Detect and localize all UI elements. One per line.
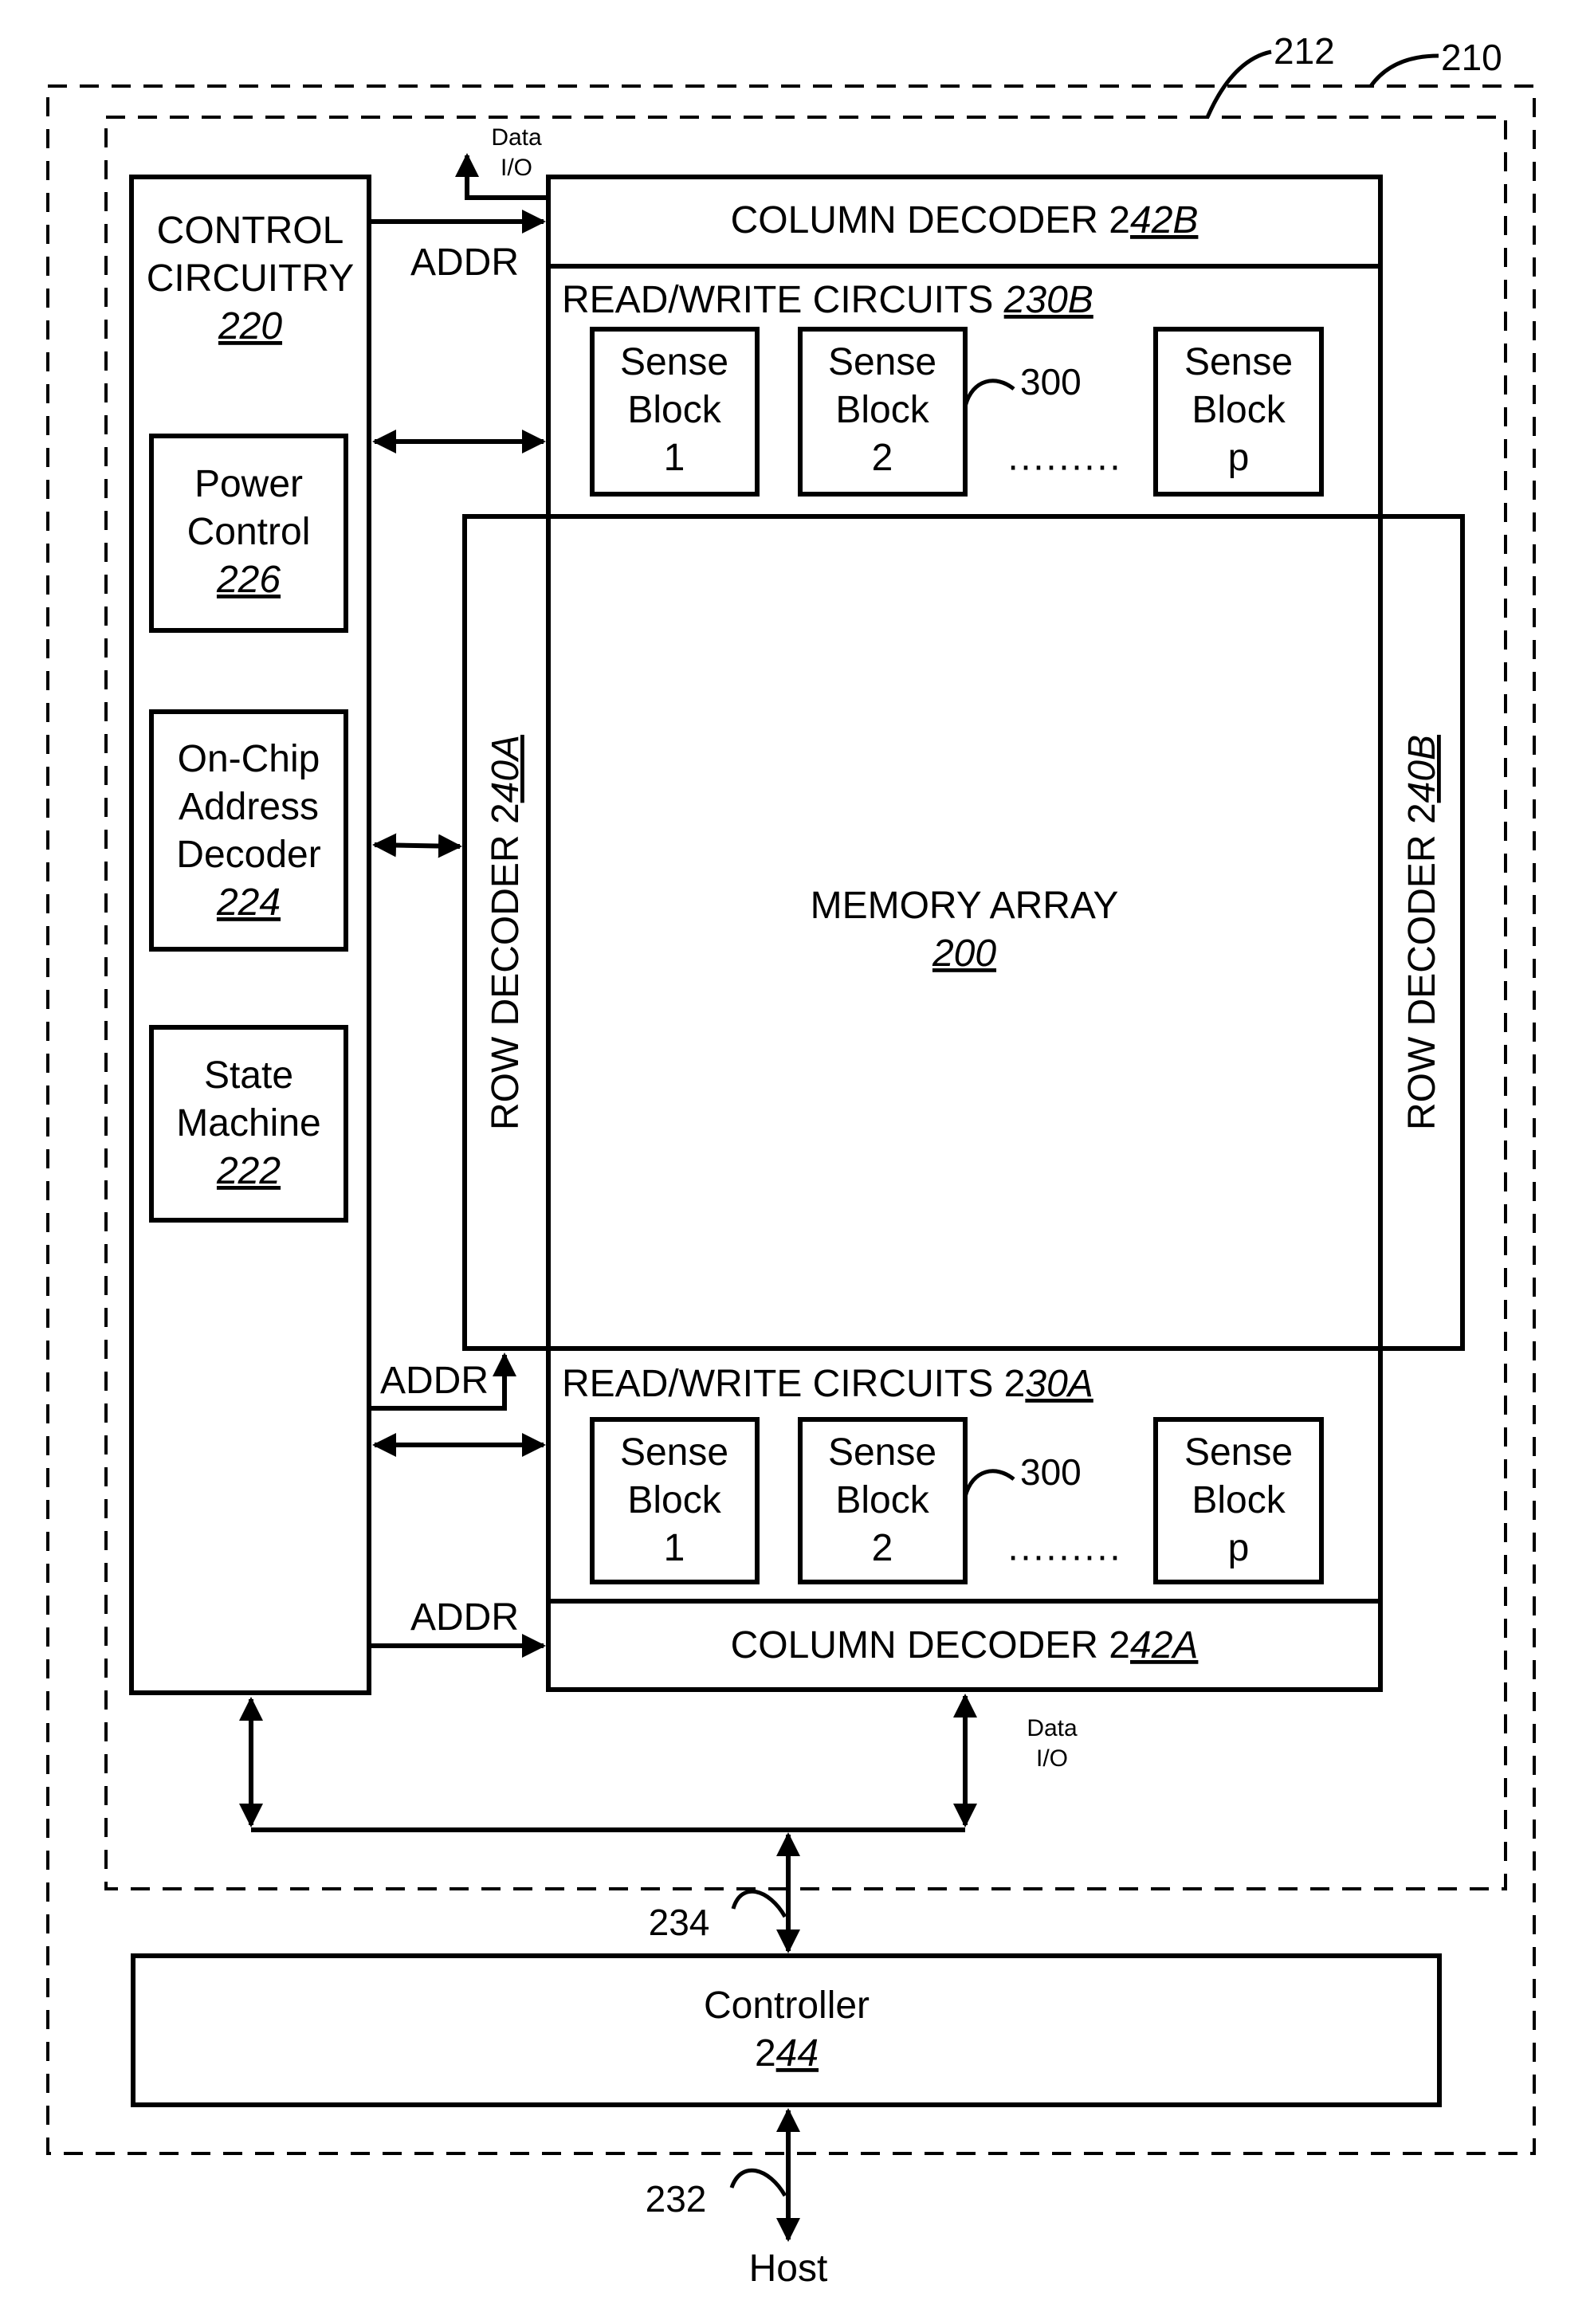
sb-text: Block	[627, 1479, 721, 1521]
addrdec-ref: 224	[216, 881, 281, 924]
column-decoder-242b: COLUMN DECODER 242B	[546, 175, 1383, 269]
data-io-top-line2: I/O	[501, 155, 532, 181]
ref-212: 212	[1274, 30, 1335, 72]
sb-text: Sense	[620, 341, 728, 383]
ref-300-bottom: 300	[1020, 1451, 1082, 1493]
column-decoder-242a-label: COLUMN DECODER 242A	[731, 1624, 1199, 1666]
host-label: Host	[749, 2247, 828, 2290]
ref-232: 232	[646, 2178, 707, 2220]
sb-text: Sense	[1184, 341, 1293, 383]
controller-label: Controller	[704, 1984, 870, 2027]
addr-label-middle: ADDR	[380, 1360, 489, 1402]
ref-300-top: 300	[1020, 361, 1082, 402]
sense-block-bottom-p: Sense Block p	[1153, 1417, 1324, 1584]
ref-234: 234	[649, 1902, 710, 1943]
addrdec-line3: Decoder	[176, 834, 320, 876]
row-decoder-240a: ROW DECODER 240A	[462, 514, 551, 1351]
control-row-decoder-bidir-arrow	[372, 833, 462, 858]
power-control-226: Power Control 226	[149, 434, 348, 633]
rw-230a-label: READ/WRITE CIRCUITS 230A	[562, 1363, 1093, 1405]
power-line2: Control	[187, 511, 311, 553]
leader-234	[731, 1889, 787, 1918]
on-chip-address-decoder-224: On-Chip Address Decoder 224	[149, 709, 348, 952]
sb-text: Block	[627, 389, 721, 431]
sense-block-top-p: Sense Block p	[1153, 327, 1324, 497]
ellipsis-top: ·········	[1007, 445, 1121, 487]
data-io-bottom-line2: I/O	[1036, 1745, 1068, 1772]
sb-text: Sense	[828, 341, 936, 383]
sb-text: Sense	[620, 1431, 728, 1474]
sb-text: 2	[872, 1527, 893, 1569]
ref-210: 210	[1441, 37, 1502, 78]
sm-ref: 222	[216, 1150, 281, 1192]
sb-text: Block	[1192, 1479, 1286, 1521]
rw-230b-label: READ/WRITE CIRCUITS 230B	[562, 279, 1093, 321]
sm-line1: State	[204, 1054, 293, 1097]
memory-array-label: MEMORY ARRAY	[811, 885, 1119, 927]
data-io-top-line1: Data	[491, 124, 542, 151]
row-decoder-240b-label: ROW DECODER 240B	[1401, 735, 1443, 1130]
addrdec-line1: On-Chip	[178, 738, 320, 780]
addr-label-top: ADDR	[410, 241, 519, 284]
sb-text: Block	[835, 1479, 929, 1521]
addr-label-bottom: ADDR	[410, 1596, 519, 1639]
sb-text: Sense	[1184, 1431, 1293, 1474]
column-decoder-242a: COLUMN DECODER 242A	[546, 1599, 1383, 1692]
control-ref: 220	[218, 305, 282, 347]
sb-text: 1	[664, 1527, 685, 1569]
state-machine-222: State Machine 222	[149, 1025, 348, 1223]
sm-line2: Machine	[176, 1102, 320, 1144]
sense-block-top-2: Sense Block 2	[798, 327, 968, 497]
leader-210	[1368, 53, 1439, 88]
sense-block-bottom-2: Sense Block 2	[798, 1417, 968, 1584]
sense-block-bottom-1: Sense Block 1	[590, 1417, 760, 1584]
sense-block-top-1: Sense Block 1	[590, 327, 760, 497]
ellipsis-bottom: ·········	[1007, 1535, 1121, 1577]
sb-text: 1	[664, 437, 685, 479]
addrdec-line2: Address	[179, 786, 319, 828]
row-decoder-240a-label: ROW DECODER 240A	[485, 735, 527, 1130]
control-title-line2: CIRCUITRY	[147, 257, 354, 300]
sb-text: p	[1228, 437, 1250, 479]
controller-ref: 244	[755, 2032, 819, 2075]
controller-244: Controller 244	[131, 1953, 1442, 2107]
leader-232	[729, 2168, 787, 2197]
memory-array-ref: 200	[932, 932, 996, 975]
row-decoder-240b: ROW DECODER 240B	[1378, 514, 1465, 1351]
sb-text: p	[1228, 1527, 1250, 1569]
sb-text: Block	[835, 389, 929, 431]
sb-text: Block	[1192, 389, 1286, 431]
memory-system-diagram: 212 210 CONTROL CIRCUITRY 220 Power Cont…	[46, 30, 1536, 2290]
memory-array-200: MEMORY ARRAY 200	[546, 514, 1383, 1351]
power-line1: Power	[194, 463, 303, 505]
power-ref: 226	[216, 559, 281, 601]
column-decoder-242b-label: COLUMN DECODER 242B	[731, 199, 1199, 241]
control-title-line1: CONTROL	[157, 210, 344, 252]
data-io-bottom-line1: Data	[1027, 1715, 1078, 1741]
sb-text: Sense	[828, 1431, 936, 1474]
sb-text: 2	[872, 437, 893, 479]
